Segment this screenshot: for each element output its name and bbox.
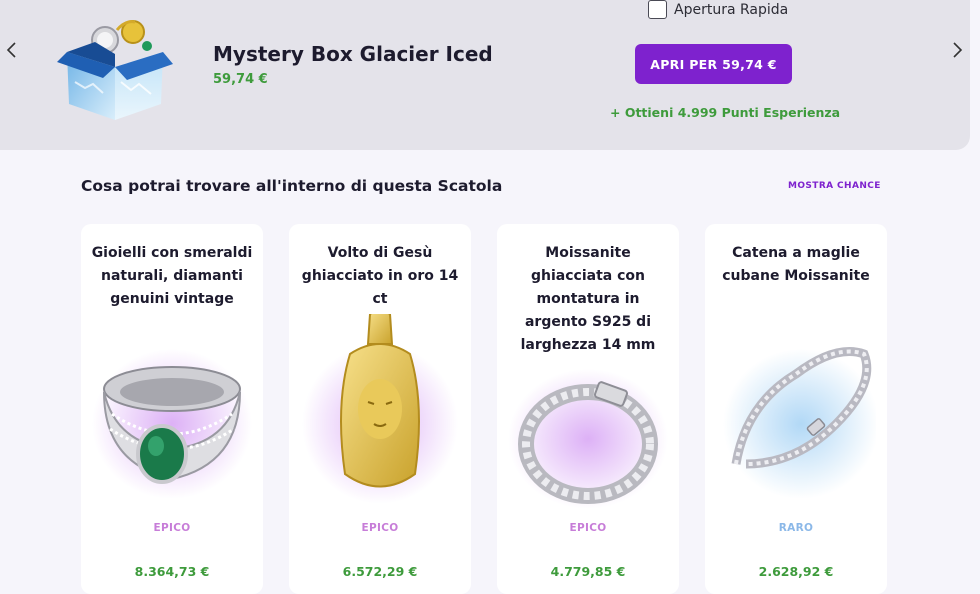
chevron-left-icon[interactable]	[0, 36, 24, 64]
emerald-ring-image	[92, 349, 252, 499]
item-price: 6.572,29 €	[342, 564, 418, 579]
jesus-pendant-image	[302, 314, 458, 504]
silver-bracelet-image	[508, 369, 668, 509]
cuban-chain-image	[723, 347, 876, 499]
chevron-right-icon[interactable]	[945, 36, 969, 64]
rarity-label: RARO	[778, 522, 814, 534]
show-chance-link[interactable]: MOSTRA CHANCE	[788, 181, 881, 191]
rarity-label: EPICO	[153, 522, 191, 534]
quick-open-checkbox[interactable]	[648, 0, 667, 19]
mystery-box-image	[57, 20, 173, 120]
item-card[interactable]: Catena a maglie cubane Moissanite RARO 2…	[705, 224, 887, 594]
item-name: Catena a maglie cubane Moissanite	[722, 245, 870, 284]
item-price: 2.628,92 €	[758, 564, 834, 579]
quick-open-label: Apertura Rapida	[674, 1, 789, 18]
rarity-label: EPICO	[361, 522, 399, 534]
xp-reward-text: + Ottieni 4.999 Punti Esperienza	[610, 105, 841, 120]
item-card[interactable]: Gioielli con smeraldi naturali, diamanti…	[81, 224, 263, 594]
box-title: Mystery Box Glacier Iced	[213, 42, 493, 66]
item-price: 8.364,73 €	[134, 564, 210, 579]
item-card[interactable]: Volto di Gesù ghiacciato in oro 14 ct EP…	[289, 224, 471, 594]
section-title: Cosa potrai trovare all'interno di quest…	[81, 177, 503, 195]
item-name: Gioielli con smeraldi naturali, diamanti…	[91, 245, 253, 307]
box-price: 59,74 €	[213, 72, 268, 87]
item-name: Volto di Gesù ghiacciato in oro 14 ct	[301, 245, 459, 307]
item-price: 4.779,85 €	[550, 564, 626, 579]
open-box-button[interactable]: APRI PER 59,74 €	[635, 44, 792, 84]
mystery-box-hero: Mystery Box Glacier Iced 59,74 € Apertur…	[0, 0, 970, 150]
rarity-label: EPICO	[569, 522, 607, 534]
item-card[interactable]: Moissanite ghiacciata con montatura in a…	[497, 224, 679, 594]
quick-open-toggle[interactable]: Apertura Rapida	[648, 0, 788, 19]
